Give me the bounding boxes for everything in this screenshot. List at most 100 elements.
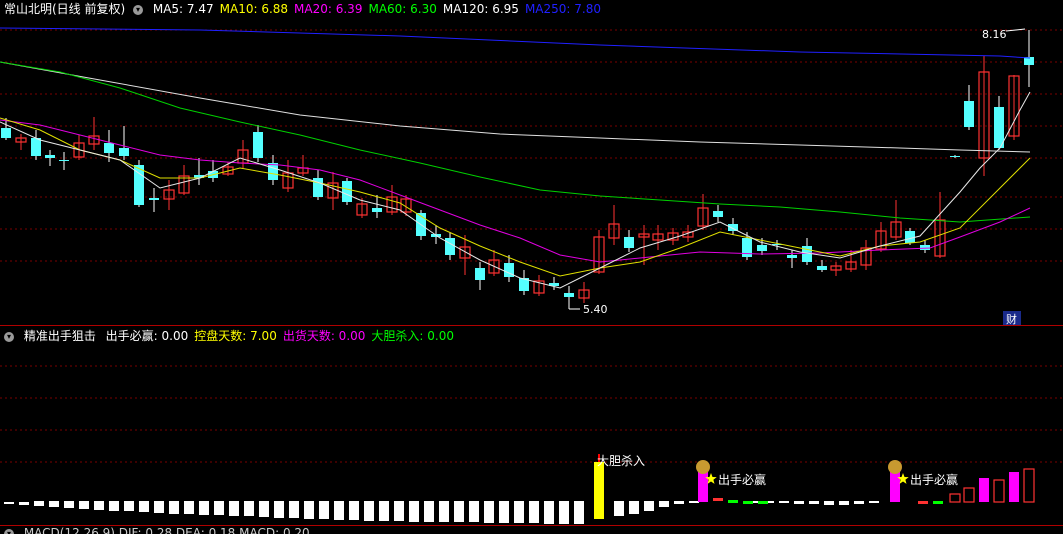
trend-bar [993,479,1005,503]
indicator-name: 精准出手狙击 [23,329,96,343]
candle-body-down [119,148,129,156]
signal-bar-white [559,501,569,524]
high-price-pointer [1005,28,1026,32]
signal-bar-white [529,501,539,523]
signal-dash [743,501,753,504]
trend-bar [1009,472,1019,502]
indicator-value-0: 出手必赢: 0.00 [105,329,189,343]
low-price-label: 5.40 [583,303,608,316]
price-chart-panel[interactable]: 8.16 5.40 财 常山北明(日线 前复权) ▾ MA5: 7.47 MA10: … [0,0,1063,326]
bold-entry-bar [594,462,604,519]
signal-dash [933,501,943,504]
win-signal-label: 出手必赢 [910,472,958,487]
signal-bar-white [244,501,254,516]
candle-body-down [45,155,55,158]
signal-bar-white [439,501,449,522]
signal-bar-white [574,501,584,524]
signal-bar-white [274,501,284,518]
signal-bar-white [424,501,434,522]
bold-entry-label: 大胆杀入 [597,453,645,468]
signal-bar-white [809,501,819,504]
signal-dash [713,498,723,501]
candlestick-chart[interactable]: 8.16 5.40 财 [0,0,1063,326]
signal-bar-white [689,501,699,503]
macd-label: MACD(12,26,9) DIF: 0.28 DEA: 0.18 MACD: … [23,526,310,534]
signal-dash [918,501,928,504]
indicator-value-2: 出货天数: 0.00 [282,329,366,343]
candle-body-down [372,208,382,212]
macd-panel[interactable]: ▾ MACD(12,26,9) DIF: 0.28 DEA: 0.18 MACD… [0,526,1063,534]
win-signal-label: 出手必赢 [718,472,766,487]
signal-bar-white [154,501,164,513]
signal-bar-white [469,501,479,522]
candle-body-down [31,138,41,156]
signal-bar-white [854,501,864,504]
signal-bar-white [674,501,684,504]
ma-value-3: MA60: 6.30 [368,2,437,16]
signal-bar-white [869,501,879,503]
indicator-value-3: 大胆杀入: 0.00 [371,329,454,343]
signal-bar-white [289,501,299,518]
signal-bar-white [644,501,654,511]
indicator-chart[interactable]: 大胆杀入出手必赢 出手必赢 [0,326,1063,526]
signal-bar-white [779,501,789,503]
money-bag-icon [696,460,710,474]
signal-bar-white [629,501,639,514]
signal-bar-white [319,501,329,519]
signal-bar-white [139,501,149,512]
signal-bar-white [379,501,389,521]
signal-bar-white [19,502,29,505]
candle-body-down [104,143,114,153]
indicator-panel[interactable]: 大胆杀入出手必赢 出手必赢 ▾ 精准出手狙击 出手必赢: 0.00 控盘天数: 7.… [0,326,1063,526]
settings-icon[interactable]: ▾ [4,528,14,534]
stock-title: 常山北明(日线 前复权) [4,2,126,16]
settings-icon[interactable]: ▾ [4,331,14,342]
ma-value-4: MA120: 6.95 [442,2,519,16]
indicator-value-1: 控盘天数: 7.00 [194,329,277,343]
signal-bar-white [824,501,834,505]
candle-body-down [59,160,69,161]
indicator-header: ▾ 精准出手狙击 出手必赢: 0.00 控盘天数: 7.00 出货天数: 0.00 大… [0,327,466,345]
signal-bar-white [349,501,359,520]
candle-body-down [445,238,455,255]
candle-body-down [905,231,915,243]
trend-bar [1023,468,1035,503]
candle-body-down [342,181,352,202]
price-header: 常山北明(日线 前复权) ▾ MA5: 7.47 MA10: 6.88 MA20: … [0,0,613,18]
signal-bar-white [659,501,669,507]
signal-bar-white [839,501,849,505]
signal-bar-white [229,501,239,516]
signal-bar-white [484,501,494,523]
signal-bar-white [94,501,104,510]
macd-header: ▾ MACD(12,26,9) DIF: 0.28 DEA: 0.18 MACD… [0,526,316,534]
signal-bar-white [34,501,44,506]
signal-bar-white [259,501,269,517]
signal-bar-white [334,501,344,520]
candle-body-down [624,237,634,248]
signal-bar-white [614,501,624,516]
signal-bar-white [499,501,509,523]
win-signal-bar [890,472,900,502]
money-bag-icon [888,460,902,474]
ma-value-5: MA250: 7.80 [524,2,601,16]
candle-body-down [1,128,11,138]
candle-body-down [149,198,159,200]
trend-bar [979,478,989,502]
settings-icon[interactable]: ▾ [133,4,144,15]
signal-bar-white [409,501,419,522]
candle-body-down [564,293,574,297]
signal-bar-white [794,501,804,504]
signal-dash [758,501,768,504]
ma-value-2: MA20: 6.39 [294,2,363,16]
ma-value-0: MA5: 7.47 [152,2,214,16]
signal-dash [728,500,738,503]
signal-bar-white [364,501,374,521]
candle-body-down [253,132,263,158]
candle-body-down [475,268,485,280]
ma120-line [0,61,1031,153]
signal-bar-white [79,501,89,509]
ma-values: MA5: 7.47 MA10: 6.88 MA20: 6.39 MA60: 6.30 M… [153,2,607,16]
win-signal-bar [698,472,708,502]
signal-bar-white [109,501,119,511]
high-price-label: 8.16 [982,28,1007,41]
